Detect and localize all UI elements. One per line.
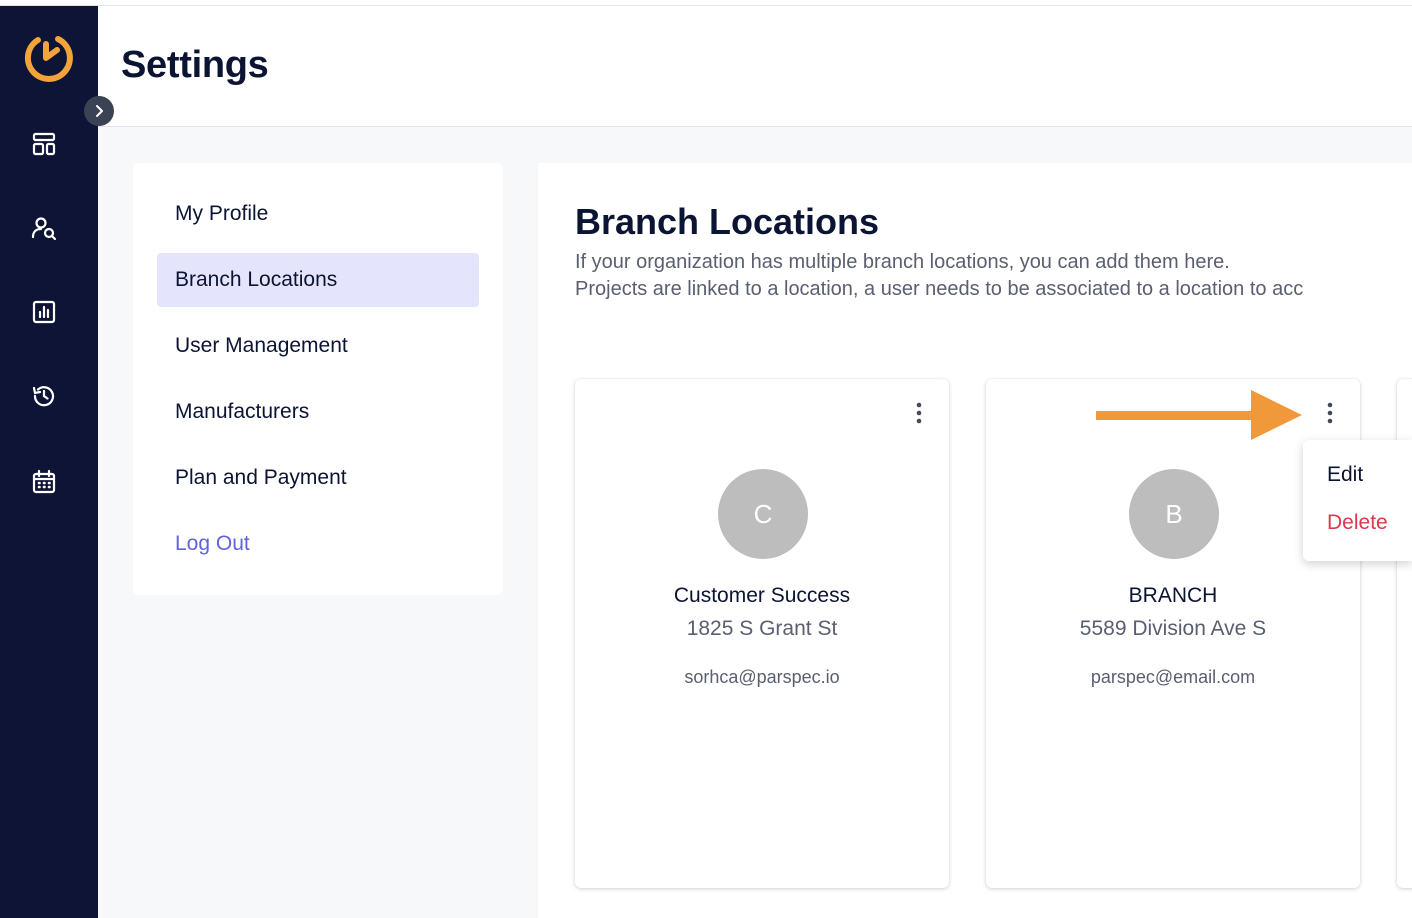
left-nav-rail: [0, 6, 98, 918]
page-title: Settings: [121, 44, 269, 86]
settings-menu: My Profile Branch Locations User Managem…: [133, 163, 503, 595]
menu-item-manufacturers[interactable]: Manufacturers: [157, 385, 479, 439]
annotation-arrow-icon: [1096, 390, 1302, 440]
branch-card-customer-success: C Customer Success 1825 S Grant St sorhc…: [575, 379, 949, 888]
branch-email: sorhca@parspec.io: [684, 667, 840, 687]
calendar-icon[interactable]: [28, 466, 60, 498]
menu-item-user-management[interactable]: User Management: [157, 319, 479, 373]
dashboard-icon[interactable]: [28, 128, 60, 160]
branch-name: BRANCH: [1128, 584, 1218, 607]
menu-item-log-out[interactable]: Log Out: [157, 517, 479, 571]
branch-avatar: C: [718, 469, 808, 559]
more-vertical-icon: [1327, 402, 1333, 424]
chevron-right-icon: [96, 105, 103, 117]
card-menu-button[interactable]: [1316, 399, 1344, 427]
card-context-menu: Edit Delete: [1303, 440, 1412, 561]
branch-locations-panel: Branch Locations If your organization ha…: [538, 163, 1412, 918]
description-line-1: If your organization has multiple branch…: [575, 251, 1230, 273]
app-logo-icon[interactable]: [18, 30, 74, 86]
edit-menu-item[interactable]: Edit: [1327, 463, 1363, 487]
branch-address: 1825 S Grant St: [686, 617, 838, 640]
sidebar-expand-button[interactable]: [84, 96, 114, 126]
card-menu-button[interactable]: [905, 399, 933, 427]
menu-item-branch-locations[interactable]: Branch Locations: [157, 253, 479, 307]
branch-name: Customer Success: [673, 584, 851, 607]
section-title: Branch Locations: [575, 201, 880, 242]
history-icon[interactable]: [28, 380, 60, 412]
page-header: Settings: [98, 6, 1412, 127]
branch-address: 5589 Division Ave S: [1079, 617, 1267, 640]
description-line-2: Projects are linked to a location, a use…: [575, 278, 1304, 300]
menu-item-my-profile[interactable]: My Profile: [157, 187, 479, 241]
more-vertical-icon: [916, 402, 922, 424]
user-search-icon[interactable]: [28, 212, 60, 244]
branch-email: parspec@email.com: [1090, 667, 1256, 687]
menu-item-plan-and-payment[interactable]: Plan and Payment: [157, 451, 479, 505]
reports-icon[interactable]: [28, 296, 60, 328]
branch-avatar: B: [1129, 469, 1219, 559]
delete-menu-item[interactable]: Delete: [1327, 511, 1388, 535]
